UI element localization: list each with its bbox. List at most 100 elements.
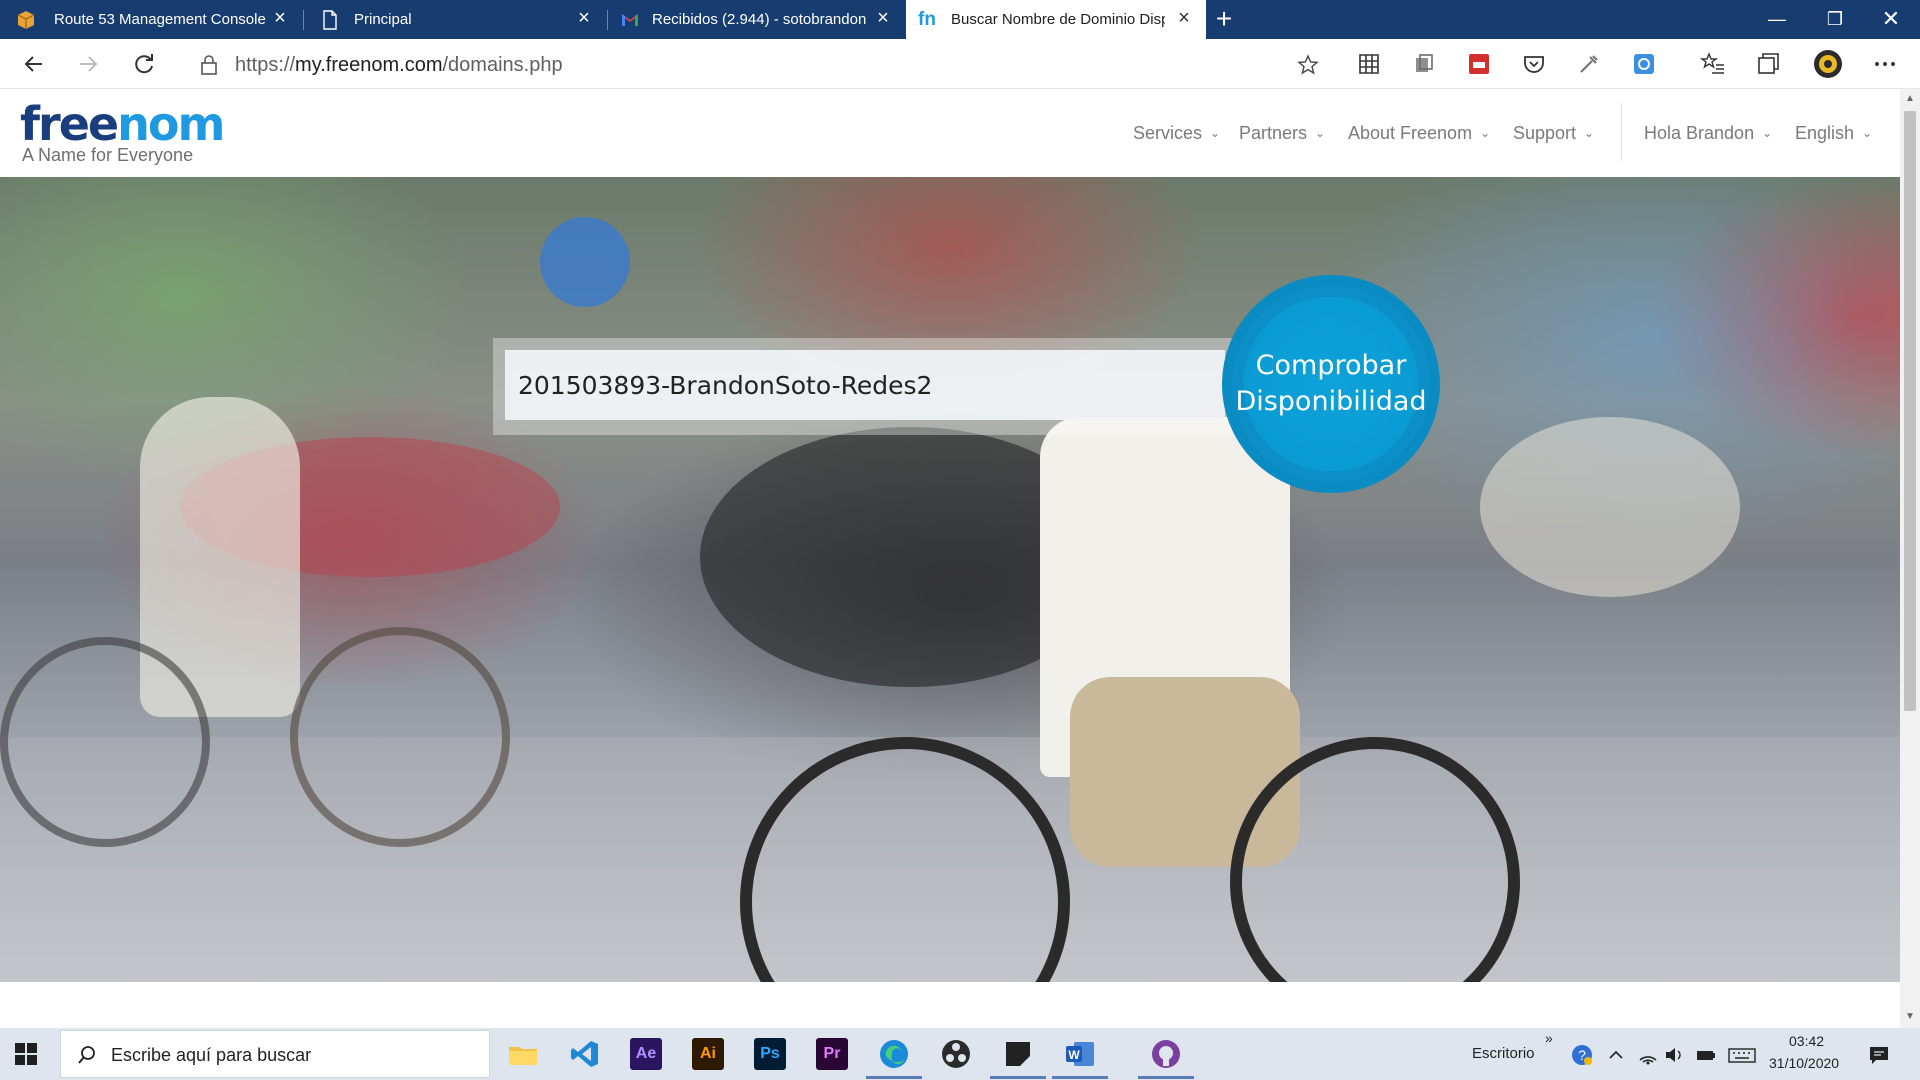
toolbar-overflow-icon[interactable]: » bbox=[1545, 1030, 1553, 1046]
notifications-icon[interactable] bbox=[1868, 1044, 1890, 1066]
clock-time[interactable]: 03:42 bbox=[1789, 1033, 1824, 1049]
menu-services[interactable]: Services ⌄ bbox=[1133, 123, 1220, 144]
menu-support[interactable]: Support ⌄ bbox=[1513, 123, 1594, 144]
windows-start-icon[interactable] bbox=[14, 1042, 38, 1066]
page-scrollbar[interactable]: ▲ ▼ bbox=[1900, 89, 1920, 1028]
running-app-indicator bbox=[990, 1076, 1046, 1079]
close-tab-icon[interactable]: × bbox=[574, 8, 594, 28]
site-tagline: A Name for Everyone bbox=[22, 145, 194, 165]
premiere-icon[interactable]: Pr bbox=[816, 1038, 848, 1070]
forward-icon[interactable] bbox=[72, 48, 104, 80]
scrollbar-thumb[interactable] bbox=[1904, 111, 1916, 711]
tab-route53[interactable]: Route 53 Management Console × bbox=[0, 0, 302, 39]
photoshop-icon[interactable]: Ps bbox=[754, 1038, 786, 1070]
pocket-icon[interactable] bbox=[1521, 51, 1547, 77]
vscode-icon[interactable] bbox=[569, 1038, 601, 1070]
close-tab-icon[interactable]: × bbox=[1174, 8, 1194, 28]
taskbar-search-placeholder: Escribe aquí para buscar bbox=[111, 1045, 312, 1065]
chevron-down-icon: ⌄ bbox=[1315, 126, 1326, 140]
freenom-icon: fn bbox=[918, 9, 936, 30]
tab-title: Buscar Nombre de Dominio Disp bbox=[951, 11, 1165, 28]
domain-search-panel bbox=[493, 338, 1253, 435]
address-bar[interactable]: https://my.freenom.com/domains.php bbox=[180, 45, 1328, 83]
wheel-shape bbox=[0, 637, 210, 847]
blue-extension-icon[interactable] bbox=[1631, 51, 1657, 77]
chevron-down-icon: ⌄ bbox=[1480, 126, 1491, 140]
more-menu-icon[interactable] bbox=[1872, 51, 1898, 77]
eyedropper-icon[interactable] bbox=[1576, 51, 1602, 77]
menu-user[interactable]: Hola Brandon ⌄ bbox=[1644, 123, 1772, 144]
restore-button[interactable]: ❐ bbox=[1806, 0, 1864, 39]
close-tab-icon[interactable]: × bbox=[270, 8, 290, 28]
tab-principal[interactable]: Principal × bbox=[304, 0, 606, 39]
clock-date[interactable]: 31/10/2020 bbox=[1769, 1055, 1839, 1071]
grid-extension-icon[interactable] bbox=[1356, 51, 1382, 77]
close-tab-icon[interactable]: × bbox=[873, 8, 893, 28]
help-icon[interactable]: ? bbox=[1571, 1044, 1593, 1066]
aws-box-icon bbox=[17, 11, 35, 29]
chevron-down-icon: ⌄ bbox=[1210, 126, 1221, 140]
edge-icon[interactable] bbox=[878, 1038, 910, 1070]
menu-about-freenom[interactable]: About Freenom ⌄ bbox=[1348, 123, 1490, 144]
freenom-header: freenom A Name for Everyone Services ⌄ Pa… bbox=[0, 89, 1900, 177]
menu-language[interactable]: English ⌄ bbox=[1795, 123, 1872, 144]
menu-divider bbox=[1621, 103, 1622, 161]
wifi-icon[interactable] bbox=[1637, 1044, 1659, 1066]
scroll-up-icon[interactable]: ▲ bbox=[1904, 93, 1916, 105]
tab-title: Route 53 Management Console bbox=[54, 11, 266, 28]
running-app-indicator bbox=[1138, 1076, 1194, 1079]
after-effects-icon[interactable]: Ae bbox=[630, 1038, 662, 1070]
obs-icon[interactable] bbox=[940, 1038, 972, 1070]
collections-icon[interactable] bbox=[1755, 51, 1781, 77]
tab-title: Recibidos (2.944) - sotobrandon bbox=[652, 11, 867, 28]
street-sign-shape bbox=[540, 217, 630, 307]
gmail-icon bbox=[622, 14, 638, 26]
blurred-car-shape bbox=[1480, 417, 1740, 597]
page-icon bbox=[323, 10, 337, 30]
tab-title: Principal bbox=[354, 11, 412, 28]
refresh-icon[interactable] bbox=[128, 48, 160, 80]
github-desktop-icon[interactable] bbox=[1150, 1038, 1182, 1070]
chevron-down-icon: ⌄ bbox=[1862, 126, 1873, 140]
chevron-down-icon: ⌄ bbox=[1584, 126, 1595, 140]
file-explorer-icon[interactable] bbox=[507, 1038, 539, 1070]
favorites-list-icon[interactable] bbox=[1700, 51, 1726, 77]
browser-toolbar: https://my.freenom.com/domains.php bbox=[0, 39, 1920, 89]
illustrator-icon[interactable]: Ai bbox=[692, 1038, 724, 1070]
tab-freenom-active[interactable]: fn Buscar Nombre de Dominio Disp × bbox=[906, 0, 1206, 39]
sticky-app-icon[interactable] bbox=[1002, 1038, 1034, 1070]
minimize-button[interactable]: — bbox=[1748, 0, 1806, 39]
red-extension-icon[interactable] bbox=[1466, 51, 1492, 77]
close-window-button[interactable]: ✕ bbox=[1862, 0, 1920, 39]
check-availability-button[interactable]: Comprobar Disponibilidad bbox=[1222, 275, 1440, 493]
new-tab-button[interactable]: + bbox=[1210, 5, 1238, 34]
hero-background: Comprobar Disponibilidad bbox=[0, 177, 1900, 982]
menu-partners[interactable]: Partners ⌄ bbox=[1239, 123, 1325, 144]
tab-gmail[interactable]: Recibidos (2.944) - sotobrandon × bbox=[608, 0, 905, 39]
battery-icon[interactable] bbox=[1695, 1044, 1717, 1066]
windows-taskbar: Escribe aquí para buscar Ae Ai Ps Pr W E… bbox=[0, 1028, 1920, 1080]
favorite-star-icon[interactable] bbox=[1297, 54, 1319, 76]
running-app-indicator bbox=[1052, 1076, 1108, 1079]
profile-avatar[interactable] bbox=[1813, 49, 1843, 79]
domain-search-input[interactable] bbox=[505, 350, 1225, 420]
url-text: https://my.freenom.com/domains.php bbox=[235, 54, 563, 76]
svg-text:W: W bbox=[1068, 1048, 1080, 1062]
freenom-logo[interactable]: freenom bbox=[20, 101, 225, 147]
page-below-hero bbox=[0, 982, 1900, 1028]
chevron-down-icon: ⌄ bbox=[1762, 126, 1773, 140]
browser-tab-strip: Route 53 Management Console × Principal … bbox=[0, 0, 1920, 39]
check-availability-label: Comprobar Disponibilidad bbox=[1235, 350, 1427, 417]
active-app-indicator bbox=[866, 1076, 922, 1079]
desktop-toolbar-label[interactable]: Escritorio bbox=[1472, 1045, 1535, 1062]
volume-icon[interactable] bbox=[1663, 1044, 1685, 1066]
search-icon bbox=[78, 1046, 95, 1064]
back-icon[interactable] bbox=[18, 48, 50, 80]
wheel-shape bbox=[290, 627, 510, 847]
collections-extension-icon[interactable] bbox=[1411, 51, 1437, 77]
word-icon[interactable]: W bbox=[1064, 1038, 1096, 1070]
chevron-up-icon[interactable] bbox=[1605, 1044, 1627, 1066]
scroll-down-icon[interactable]: ▼ bbox=[1904, 1011, 1916, 1023]
taskbar-search-box[interactable]: Escribe aquí para buscar bbox=[60, 1030, 490, 1078]
keyboard-icon[interactable] bbox=[1727, 1044, 1757, 1066]
